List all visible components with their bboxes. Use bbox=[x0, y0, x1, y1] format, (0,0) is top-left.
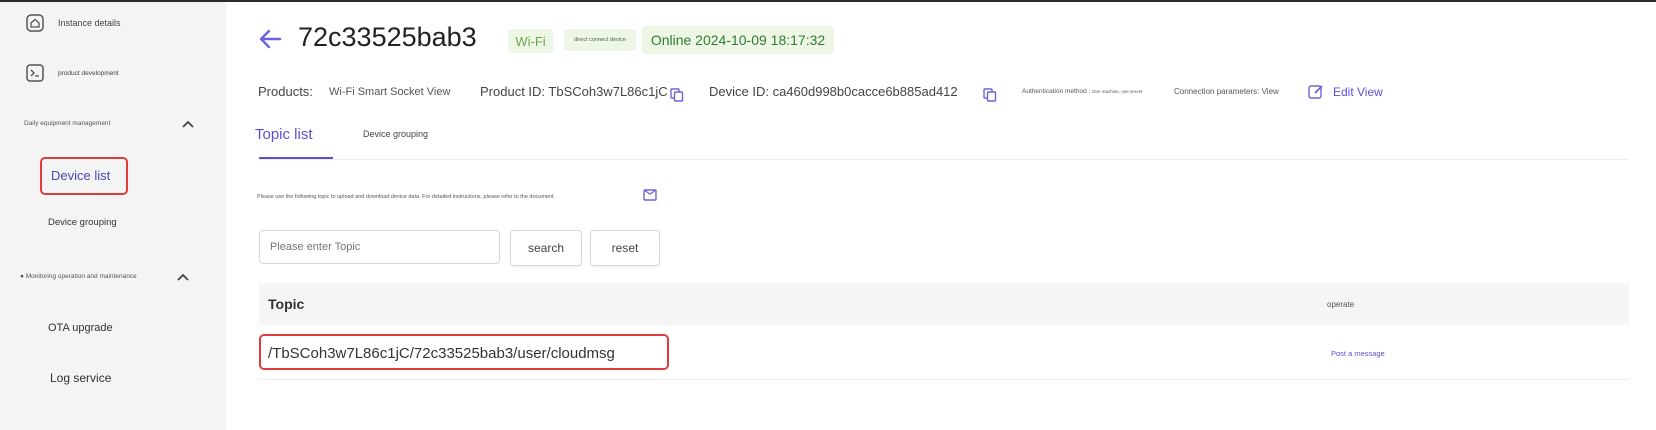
row-divider bbox=[259, 379, 1629, 380]
main-content: 72c33525bab3 Wi-Fi direct connect device… bbox=[226, 2, 1656, 430]
copy-icon[interactable] bbox=[670, 88, 684, 102]
sidebar-item-instance-details[interactable]: Instance details bbox=[26, 14, 121, 32]
operate-column-header: operate bbox=[1327, 300, 1355, 309]
table-header bbox=[259, 283, 1629, 325]
topic-search-field[interactable] bbox=[259, 230, 502, 264]
product-id: Product ID: TbSCoh3w7L86c1jC bbox=[480, 84, 668, 99]
tab-device-grouping[interactable]: Device grouping bbox=[363, 129, 428, 139]
topic-highlight bbox=[259, 334, 669, 370]
network-badge: Wi-Fi bbox=[508, 29, 553, 53]
chevron-up-icon[interactable] bbox=[177, 273, 189, 281]
auth-value: One machine, one secret bbox=[1092, 89, 1143, 94]
topic-search-input[interactable] bbox=[268, 231, 502, 263]
sidebar-item-ota-upgrade[interactable]: OTA upgrade bbox=[48, 322, 113, 334]
document-icon[interactable] bbox=[643, 188, 657, 202]
sidebar-item-log-service[interactable]: Log service bbox=[50, 371, 111, 385]
back-arrow-icon[interactable] bbox=[258, 29, 282, 49]
connect-type-badge: direct connect device bbox=[564, 29, 636, 51]
chevron-up-icon[interactable] bbox=[182, 120, 194, 128]
edit-icon[interactable] bbox=[1308, 84, 1324, 100]
sidebar-group-monitoring[interactable]: ● Monitoring operation and maintenance bbox=[20, 273, 137, 280]
reset-button[interactable]: reset bbox=[590, 230, 660, 266]
products-label: Products: bbox=[258, 84, 313, 99]
info-text: Please use the following topic to upload… bbox=[257, 194, 554, 200]
edit-view-link[interactable]: Edit View bbox=[1333, 85, 1383, 99]
device-title: 72c33525bab3 bbox=[298, 22, 477, 52]
sidebar-item-device-grouping[interactable]: Device grouping bbox=[48, 217, 117, 228]
auth-label: Authentication method : bbox=[1022, 88, 1091, 95]
sidebar-group-daily-equipment[interactable]: Daily equipment management bbox=[24, 120, 110, 127]
device-list-highlight bbox=[40, 157, 128, 195]
copy-icon[interactable] bbox=[983, 88, 997, 102]
tab-topic-list[interactable]: Topic list bbox=[255, 126, 313, 143]
sidebar: Instance details product development Dai… bbox=[0, 2, 226, 430]
sidebar-item-label: product development bbox=[58, 69, 119, 77]
status-badge: Online 2024-10-09 18:17:32 bbox=[642, 26, 834, 54]
device-id: Device ID: ca460d998b0cacce6b885ad412 bbox=[709, 84, 958, 99]
search-button[interactable]: search bbox=[510, 230, 582, 266]
connection-params[interactable]: Connection parameters: View bbox=[1174, 87, 1279, 96]
terminal-icon bbox=[26, 64, 44, 82]
group-label: Monitoring operation and maintenance bbox=[25, 273, 137, 280]
post-message-link[interactable]: Post a message bbox=[1331, 349, 1385, 358]
sidebar-item-product-development[interactable]: product development bbox=[26, 64, 119, 82]
products-value[interactable]: Wi-Fi Smart Socket View bbox=[329, 86, 450, 98]
topic-column-header: Topic bbox=[268, 296, 305, 312]
tab-divider bbox=[259, 159, 1629, 160]
home-icon bbox=[26, 14, 44, 32]
sidebar-item-label: Instance details bbox=[58, 18, 121, 28]
